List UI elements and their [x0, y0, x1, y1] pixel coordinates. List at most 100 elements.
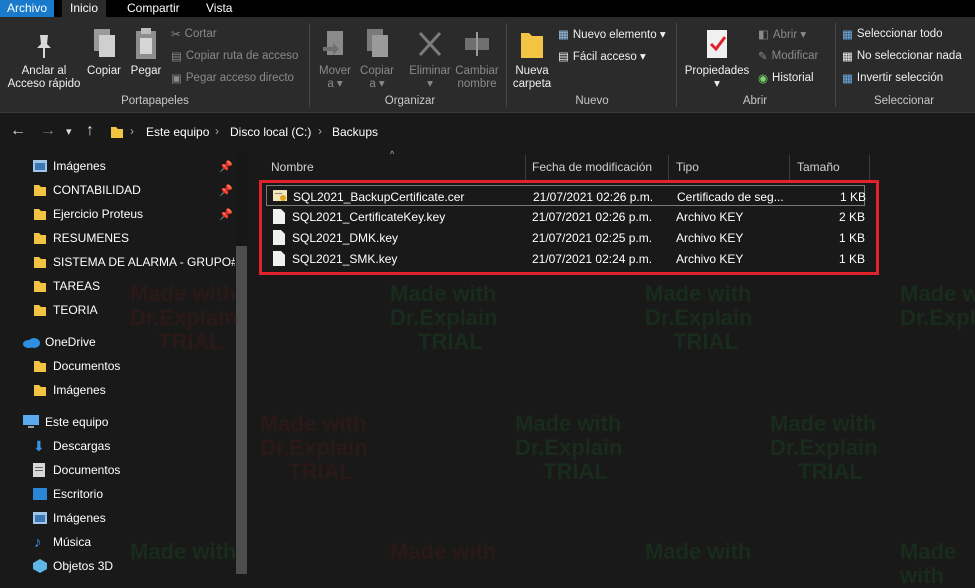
easy-access-button[interactable]: ▤ Fácil acceso ▾ — [558, 49, 646, 63]
rename-button[interactable]: Cambiar nombre — [454, 27, 500, 91]
select-none-button[interactable]: ▦ No seleccionar nada — [842, 49, 962, 63]
cut-label: Cortar — [184, 28, 217, 40]
paste-button[interactable]: Pegar — [127, 27, 165, 78]
nav-item-label: Ejercicio Proteus — [53, 207, 144, 221]
pin-quick-access-button[interactable]: Anclar al Acceso rápido — [6, 31, 82, 91]
breadcrumb-backups[interactable]: Backups — [332, 125, 378, 139]
copy-path-button[interactable]: ▤ Copiar ruta de acceso — [171, 49, 298, 63]
invert-selection-button[interactable]: ▦ Invertir selección — [842, 71, 943, 85]
nav-item-label: Objetos 3D — [53, 559, 114, 573]
tab-vista[interactable]: Vista — [206, 0, 232, 17]
nav-item-ejercicio-proteus[interactable]: Ejercicio Proteus 📌 — [0, 202, 235, 226]
select-all-button[interactable]: ▦ Seleccionar todo — [842, 27, 943, 41]
computer-icon — [23, 415, 39, 428]
rename-icon — [465, 32, 489, 56]
history-icon: ◉ — [758, 73, 769, 85]
ribbon-divider — [835, 23, 836, 107]
paste-shortcut-button[interactable]: ▣ Pegar acceso directo — [171, 71, 294, 85]
nav-item-label: Música — [53, 535, 92, 549]
easy-access-icon: ▤ — [558, 51, 569, 63]
folder-icon — [34, 385, 46, 396]
breadcrumb-chevron-icon[interactable]: › — [215, 124, 219, 138]
properties-icon — [707, 30, 727, 58]
delete-button[interactable]: Eliminar ▾ — [406, 27, 454, 91]
cube-3d-icon — [33, 559, 47, 573]
nav-item-onedrive[interactable]: OneDrive — [0, 330, 235, 354]
pin-icon — [37, 35, 51, 58]
copy-label: Copiar — [87, 65, 121, 77]
ribbon-divider — [676, 23, 677, 107]
nav-item-onedrive-documentos[interactable]: Documentos — [0, 354, 235, 378]
scrollbar-thumb[interactable] — [236, 246, 247, 574]
breadcrumb-chevron-icon[interactable]: › — [130, 124, 134, 138]
edit-button[interactable]: ✎ Modificar — [758, 49, 818, 63]
nav-item-label: Este equipo — [45, 415, 109, 429]
tab-archivo[interactable]: Archivo — [0, 0, 55, 17]
nav-item-tareas[interactable]: TAREAS — [0, 274, 235, 298]
properties-button[interactable]: Propiedades ▾ — [682, 27, 752, 91]
download-icon: ⬇ — [33, 437, 45, 454]
tab-inicio[interactable]: Inicio — [62, 0, 107, 17]
column-divider[interactable] — [668, 155, 669, 181]
folder-icon — [34, 209, 46, 220]
folder-icon — [521, 33, 543, 58]
copy-to-button[interactable]: Copiar a ▾ — [358, 27, 396, 91]
nav-item-contabilidad[interactable]: CONTABILIDAD 📌 — [0, 178, 235, 202]
open-label: Abrir ▾ — [772, 29, 807, 41]
ribbon-divider — [309, 23, 310, 107]
properties-label: Propiedades ▾ — [684, 65, 750, 90]
breadcrumb-disco-local[interactable]: Disco local (C:) — [230, 125, 311, 139]
tab-compartir[interactable]: Compartir — [127, 0, 180, 17]
invert-selection-label: Invertir selección — [856, 72, 944, 84]
copy-button[interactable]: Copiar — [84, 27, 124, 78]
nav-item-documentos[interactable]: Documentos — [0, 458, 235, 482]
nav-item-label: TAREAS — [53, 279, 101, 293]
up-arrow-icon[interactable]: ↑ — [86, 122, 94, 140]
nav-item-pc-imagenes[interactable]: Imágenes — [0, 506, 235, 530]
column-header-fecha[interactable]: Fecha de modificación — [532, 159, 652, 181]
column-divider[interactable] — [525, 155, 526, 181]
address-bar: ← → ▾ ↑ › Este equipo › Disco local (C:)… — [0, 113, 975, 151]
new-folder-button[interactable]: Nueva carpeta — [511, 27, 553, 91]
column-divider[interactable] — [869, 155, 870, 181]
invert-selection-icon: ▦ — [842, 73, 853, 85]
nav-item-onedrive-imagenes[interactable]: Imágenes — [0, 378, 235, 402]
new-item-button[interactable]: ▦ Nuevo elemento ▾ — [558, 27, 666, 41]
copy-path-icon: ▤ — [171, 51, 182, 63]
nav-item-imagenes-quick[interactable]: Imágenes 📌 — [0, 154, 235, 178]
nav-item-sistema-alarma[interactable]: SISTEMA DE ALARMA - GRUPO#2 — [0, 250, 244, 274]
nav-item-descargas[interactable]: ⬇ Descargas — [0, 434, 235, 458]
document-icon — [33, 463, 45, 477]
folder-icon — [111, 127, 123, 138]
group-label-seleccionar: Seleccionar — [873, 95, 935, 107]
move-to-button[interactable]: Mover a ▾ — [316, 27, 354, 91]
breadcrumb-este-equipo[interactable]: Este equipo — [146, 125, 209, 139]
navigation-pane: Imágenes 📌 CONTABILIDAD 📌 Ejercicio Prot… — [0, 151, 248, 574]
highlight-box — [259, 180, 879, 275]
ribbon-divider — [506, 23, 507, 107]
nav-item-label: TEORIA — [53, 303, 98, 317]
column-header-tamano[interactable]: Tamaño — [797, 159, 840, 181]
copy-to-label: Copiar a ▾ — [360, 65, 394, 90]
nav-item-resumenes[interactable]: RESUMENES — [0, 226, 235, 250]
nav-item-teoria[interactable]: TEORIA — [0, 298, 235, 322]
nav-item-escritorio[interactable]: Escritorio — [0, 482, 235, 506]
open-button[interactable]: ◧ Abrir ▾ — [758, 27, 806, 41]
nav-item-este-equipo[interactable]: Este equipo — [0, 410, 235, 434]
recent-dropdown-icon[interactable]: ▾ — [66, 125, 72, 138]
nav-item-label: CONTABILIDAD — [53, 183, 141, 197]
column-header-nombre[interactable]: Nombre — [271, 159, 314, 181]
nav-item-label: Escritorio — [53, 487, 104, 501]
breadcrumb-chevron-icon[interactable]: › — [318, 124, 322, 138]
history-button[interactable]: ◉ Historial — [758, 71, 814, 85]
nav-item-label: OneDrive — [45, 335, 96, 349]
cut-button[interactable]: ✂ Cortar — [171, 27, 217, 41]
move-to-label: Mover a ▾ — [319, 65, 351, 90]
column-header-tipo[interactable]: Tipo — [676, 159, 699, 181]
nav-item-objetos-3d[interactable]: Objetos 3D — [0, 554, 235, 578]
back-arrow-icon[interactable]: ← — [10, 122, 26, 140]
nav-item-musica[interactable]: ♪ Música — [0, 530, 235, 554]
column-divider[interactable] — [789, 155, 790, 181]
forward-arrow-icon[interactable]: → — [40, 122, 56, 140]
group-label-portapapeles: Portapapeles — [121, 95, 189, 107]
